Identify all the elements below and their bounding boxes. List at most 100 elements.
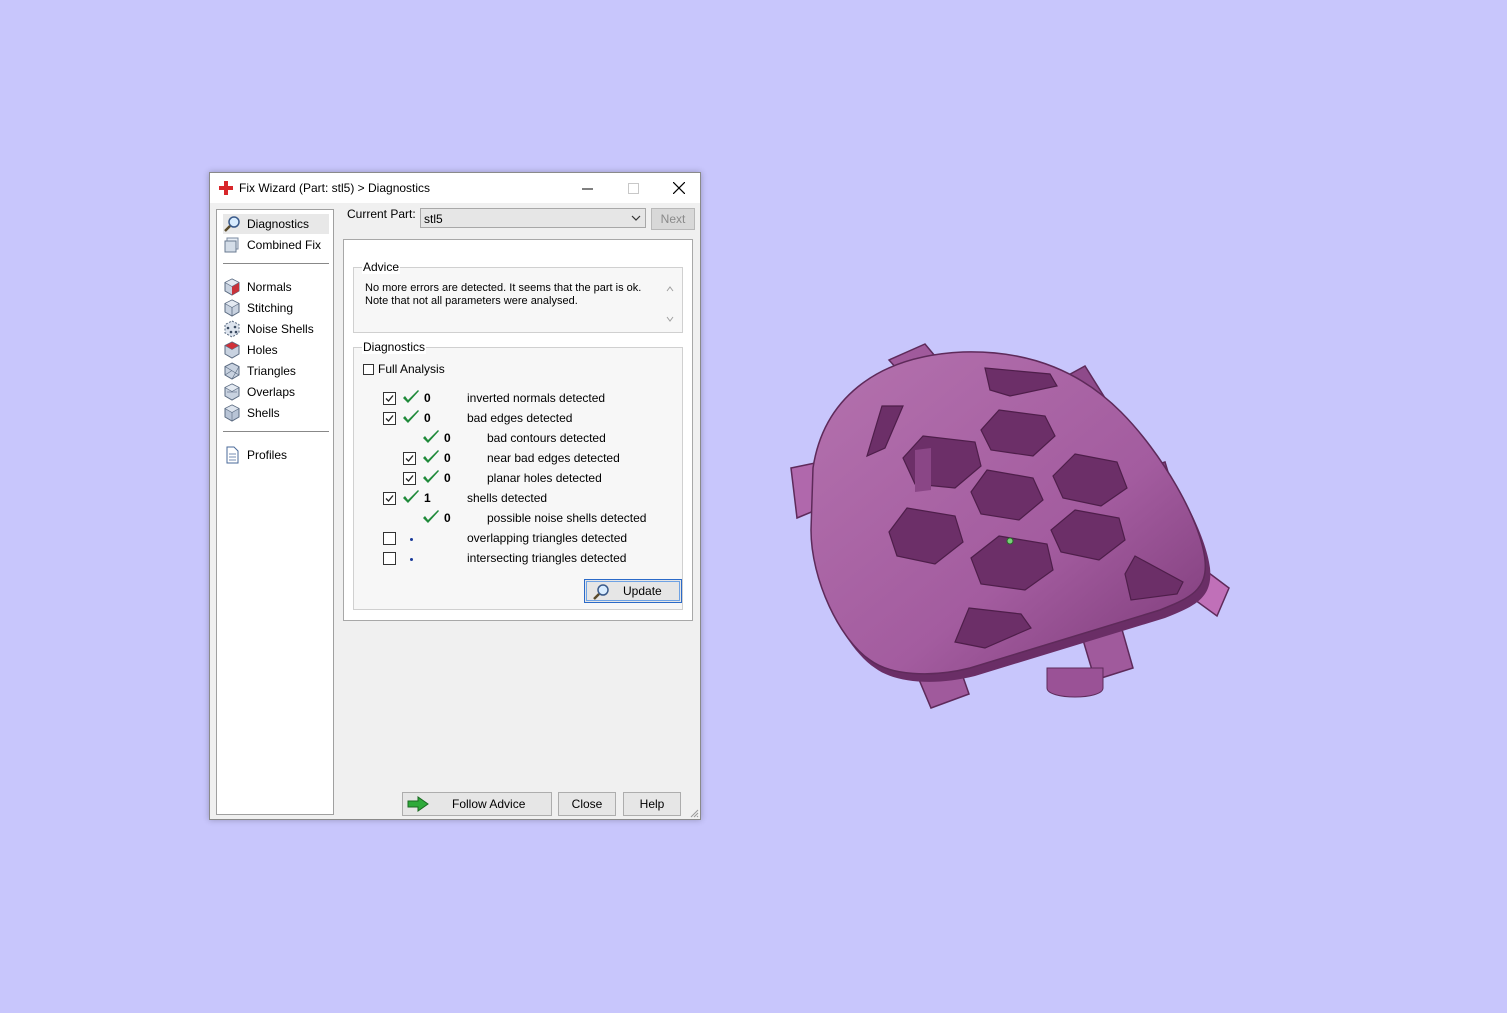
full-analysis-label: Full Analysis bbox=[378, 362, 445, 376]
resize-grip-icon[interactable] bbox=[689, 808, 699, 818]
diagnostic-row: 0 bad contours detected bbox=[354, 430, 680, 448]
advice-text: No more errors are detected. It seems th… bbox=[365, 282, 642, 307]
sidebar-item-triangles[interactable]: Triangles bbox=[223, 361, 329, 381]
diagnostic-label: near bad edges detected bbox=[487, 451, 620, 465]
minimize-button[interactable] bbox=[564, 173, 610, 203]
diagnostic-label: bad edges detected bbox=[467, 411, 573, 425]
scroll-down-icon[interactable] bbox=[666, 316, 674, 322]
follow-advice-button[interactable]: Follow Advice bbox=[402, 792, 552, 816]
cube-overlap-icon bbox=[224, 383, 240, 401]
sidebar-item-label: Diagnostics bbox=[247, 217, 310, 231]
stacked-pages-icon bbox=[224, 237, 239, 253]
advice-title: Advice bbox=[362, 260, 401, 274]
full-analysis-checkbox[interactable]: Full Analysis bbox=[363, 362, 445, 376]
diagnostics-title: Diagnostics bbox=[362, 340, 427, 354]
green-check-icon bbox=[403, 410, 419, 423]
magnifier-icon bbox=[593, 584, 609, 600]
diagnostic-row: intersecting triangles detected bbox=[354, 550, 680, 568]
sidebar-item-combined-fix[interactable]: Combined Fix bbox=[223, 235, 329, 255]
sidebar-item-label: Shells bbox=[247, 406, 280, 420]
sidebar-item-label: Overlaps bbox=[247, 385, 296, 399]
row-checkbox[interactable] bbox=[383, 532, 396, 545]
green-check-icon bbox=[423, 470, 439, 483]
sidebar-item-noise-shells[interactable]: Noise Shells bbox=[223, 319, 329, 339]
diagnostic-label: bad contours detected bbox=[487, 431, 606, 445]
diagnostic-count: 0 bbox=[444, 471, 451, 485]
close-window-button[interactable] bbox=[656, 173, 702, 203]
sidebar-item-label: Profiles bbox=[247, 448, 288, 462]
green-check-icon bbox=[423, 510, 439, 523]
sidebar-separator bbox=[223, 263, 329, 264]
sidebar-separator bbox=[223, 431, 329, 432]
sidebar-item-stitching[interactable]: Stitching bbox=[223, 298, 329, 318]
diagnostic-count: 0 bbox=[424, 411, 431, 425]
row-checkbox[interactable] bbox=[383, 392, 396, 405]
sidebar-item-label: Combined Fix bbox=[247, 238, 322, 252]
green-check-icon bbox=[403, 390, 419, 403]
cube-hole-icon bbox=[224, 341, 240, 359]
sidebar-item-label: Holes bbox=[247, 343, 278, 357]
diagnostics-panel: Advice No more errors are detected. It s… bbox=[343, 239, 693, 621]
title-bar[interactable]: Fix Wizard (Part: stl5) > Diagnostics bbox=[210, 173, 700, 203]
window-title: Fix Wizard (Part: stl5) > Diagnostics bbox=[239, 181, 431, 195]
sidebar-item-label: Noise Shells bbox=[247, 322, 314, 336]
diagnostic-row: 0 planar holes detected bbox=[354, 470, 680, 488]
diagnostic-row: 0 bad edges detected bbox=[354, 410, 680, 428]
document-icon bbox=[226, 446, 239, 464]
diagnostic-label: planar holes detected bbox=[487, 471, 602, 485]
diagnostic-row: 0 inverted normals detected bbox=[354, 390, 680, 408]
green-check-icon bbox=[423, 450, 439, 463]
help-button[interactable]: Help bbox=[623, 792, 681, 816]
sidebar-item-diagnostics[interactable]: Diagnostics bbox=[223, 214, 329, 234]
row-checkbox[interactable] bbox=[403, 452, 416, 465]
current-part-select[interactable]: stl5 bbox=[420, 208, 646, 228]
sidebar-item-profiles[interactable]: Profiles bbox=[223, 445, 329, 465]
update-button[interactable]: Update bbox=[584, 579, 682, 603]
sidebar-item-label: Stitching bbox=[247, 301, 294, 315]
row-checkbox[interactable] bbox=[383, 492, 396, 505]
checkbox[interactable] bbox=[363, 363, 374, 375]
chevron-down-icon bbox=[631, 215, 641, 221]
pending-dot-icon bbox=[410, 558, 413, 561]
diagnostic-row: 1 shells detected bbox=[354, 490, 680, 508]
diagnostic-count: 0 bbox=[444, 451, 451, 465]
dotted-cube-icon bbox=[224, 320, 240, 338]
current-part-label: Current Part: bbox=[347, 207, 416, 221]
magnifier-icon bbox=[224, 216, 240, 232]
diagnostic-row: 0 near bad edges detected bbox=[354, 450, 680, 468]
arrow-right-icon bbox=[407, 796, 429, 812]
pending-dot-icon bbox=[410, 538, 413, 541]
row-checkbox[interactable] bbox=[383, 412, 396, 425]
pivot-marker bbox=[1006, 537, 1014, 545]
diagnostic-row: 0 possible noise shells detected bbox=[354, 510, 680, 528]
close-button[interactable]: Close bbox=[558, 792, 616, 816]
diagnostic-label: overlapping triangles detected bbox=[467, 531, 628, 545]
scroll-up-icon[interactable] bbox=[666, 286, 674, 292]
sidebar-item-holes[interactable]: Holes bbox=[223, 340, 329, 360]
fix-wizard-window: Fix Wizard (Part: stl5) > Diagnostics Di… bbox=[209, 172, 701, 820]
cube-shells-icon bbox=[224, 404, 240, 422]
diagnostic-count: 0 bbox=[444, 431, 451, 445]
sidebar-item-label: Normals bbox=[247, 280, 292, 294]
advice-group: Advice No more errors are detected. It s… bbox=[353, 260, 683, 333]
sidebar-item-normals[interactable]: Normals bbox=[223, 277, 329, 297]
sidebar-item-overlaps[interactable]: Overlaps bbox=[223, 382, 329, 402]
3d-model-viewport[interactable] bbox=[785, 338, 1235, 716]
sidebar-item-label: Triangles bbox=[247, 364, 296, 378]
row-checkbox[interactable] bbox=[403, 472, 416, 485]
red-cross-icon bbox=[219, 181, 233, 195]
green-check-icon bbox=[423, 430, 439, 443]
row-checkbox[interactable] bbox=[383, 552, 396, 565]
diagnostic-label: inverted normals detected bbox=[467, 391, 606, 405]
current-part-value: stl5 bbox=[424, 212, 443, 226]
cube-stitch-icon bbox=[224, 299, 240, 317]
maximize-button[interactable] bbox=[610, 173, 656, 203]
sidebar-item-shells[interactable]: Shells bbox=[223, 403, 329, 423]
next-button[interactable]: Next bbox=[651, 208, 695, 230]
diagnostic-label: shells detected bbox=[467, 491, 548, 505]
diagnostic-label: intersecting triangles detected bbox=[467, 551, 627, 565]
diagnostic-count: 0 bbox=[424, 391, 431, 405]
diagnostic-count: 0 bbox=[444, 511, 451, 525]
follow-advice-label: Follow Advice bbox=[452, 797, 526, 811]
close-icon bbox=[673, 182, 685, 194]
